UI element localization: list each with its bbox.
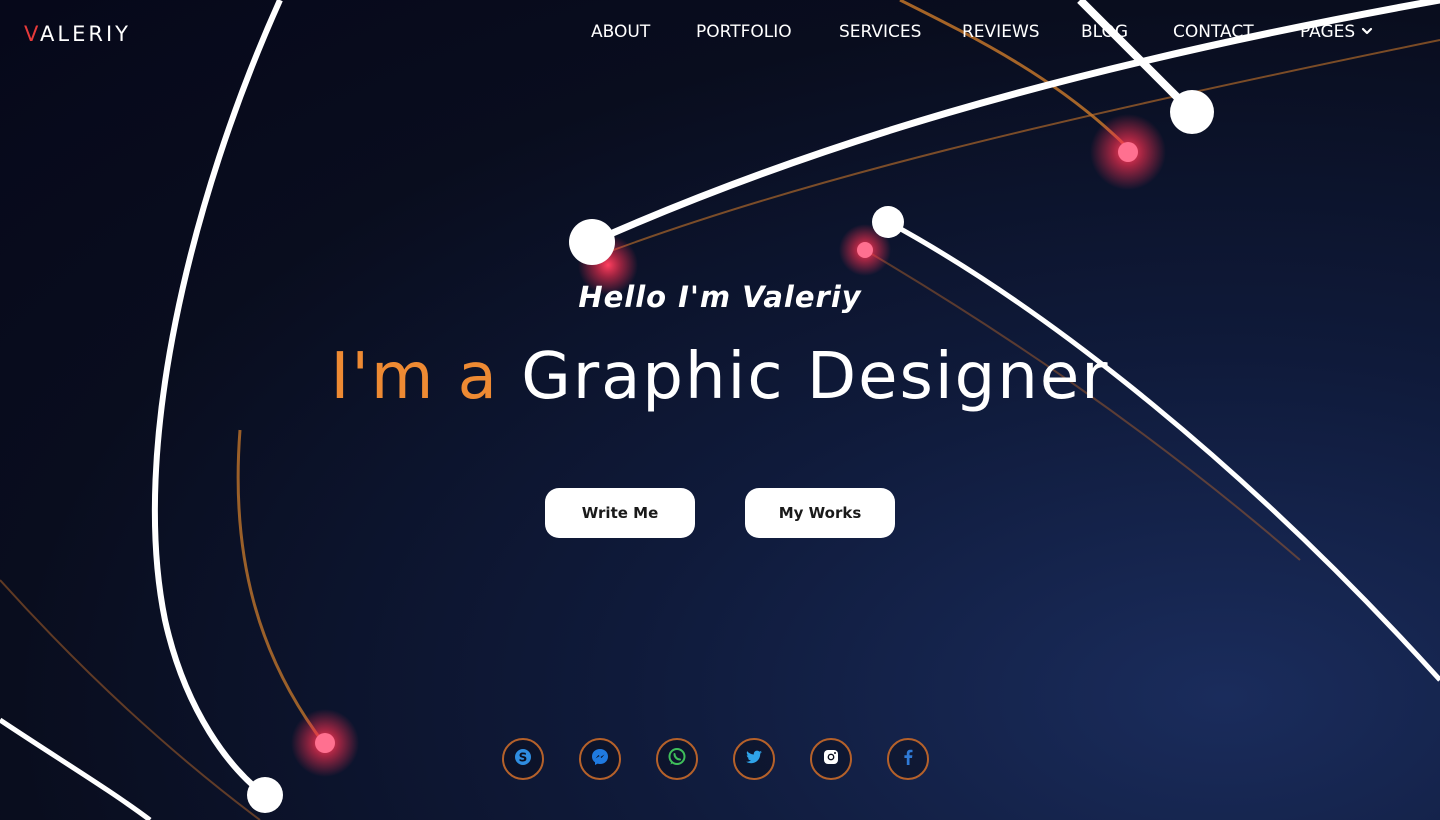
nav-item-pages[interactable]: PAGES [1300, 22, 1373, 42]
nav-item-blog[interactable]: BLOG [1081, 22, 1128, 42]
messenger-icon [590, 747, 610, 771]
messenger-link[interactable] [579, 738, 621, 780]
my-works-button[interactable]: My Works [745, 488, 895, 538]
nav-item-about[interactable]: ABOUT [591, 22, 650, 42]
svg-text:S: S [519, 751, 528, 765]
nav-item-services[interactable]: SERVICES [839, 22, 921, 42]
facebook-link[interactable] [887, 738, 929, 780]
skype-link[interactable]: S [502, 738, 544, 780]
hero-headline: I'm a Graphic Designer [0, 340, 1440, 414]
instagram-link[interactable] [810, 738, 852, 780]
nav-item-pages-label: PAGES [1300, 22, 1356, 42]
twitter-icon [744, 747, 764, 771]
whatsapp-link[interactable] [656, 738, 698, 780]
whatsapp-icon [667, 747, 687, 771]
skype-icon: S [513, 747, 533, 771]
chevron-down-icon [1361, 22, 1373, 42]
hero-headline-main: Graphic Designer [521, 340, 1110, 414]
twitter-link[interactable] [733, 738, 775, 780]
nav-item-reviews[interactable]: REVIEWS [962, 22, 1040, 42]
hero-headline-accent: I'm a [330, 340, 499, 414]
hero-greeting: Hello I'm Valeriy [578, 280, 862, 314]
write-me-button[interactable]: Write Me [545, 488, 695, 538]
nav-item-portfolio[interactable]: PORTFOLIO [696, 22, 792, 42]
instagram-icon [821, 747, 841, 771]
social-links: S [0, 738, 1440, 780]
nav-item-contact[interactable]: CONTACT [1173, 22, 1254, 42]
main-nav: ABOUT PORTFOLIO SERVICES REVIEWS BLOG CO… [0, 22, 1440, 50]
facebook-icon [898, 747, 918, 771]
